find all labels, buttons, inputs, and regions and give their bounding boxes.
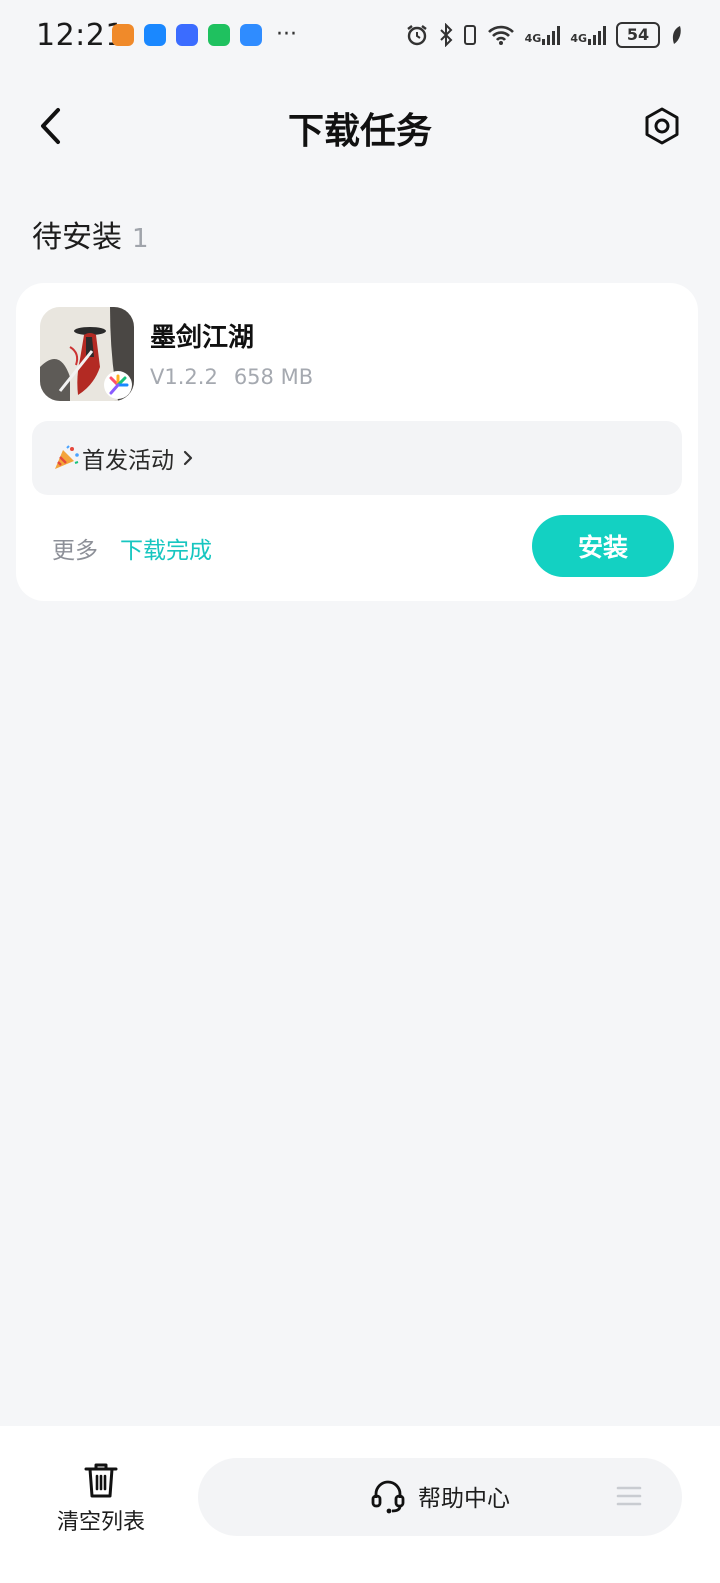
download-status: 下载完成 — [120, 538, 212, 564]
wifi-icon — [487, 25, 514, 45]
message-icon — [144, 24, 166, 46]
battery-indicator: 54 — [616, 22, 660, 48]
menu-lines-icon — [616, 1486, 642, 1506]
more-notifications-icon: ··· — [276, 22, 297, 47]
alarm-icon — [406, 25, 427, 46]
clear-list-label: 清空列表 — [56, 1510, 145, 1535]
settings-hex-icon — [645, 107, 679, 145]
app-name: 墨剑江湖 — [150, 323, 255, 353]
help-center-button[interactable]: 帮助中心 — [198, 1458, 682, 1536]
vibrate-icon — [463, 25, 476, 45]
app-meta: V1.2.2 658 MB — [150, 365, 313, 389]
help-center-content: 帮助中心 — [370, 1478, 510, 1514]
app-icon[interactable] — [40, 307, 134, 401]
status-bar: 12:21 ··· 4G 4G 54 — [0, 0, 720, 70]
party-popper-icon — [52, 444, 80, 472]
signal-1-label: 4G — [524, 32, 542, 45]
leaf-icon — [672, 26, 681, 44]
header: 下载任务 — [0, 88, 720, 164]
chevron-right-icon — [182, 449, 194, 467]
bluetooth-icon — [439, 23, 453, 47]
signal-2: 4G — [570, 25, 606, 45]
launch-event-label: 首发活动 — [82, 448, 174, 474]
status-indicators: 4G 4G 54 — [405, 22, 682, 48]
section-count: 1 — [132, 224, 149, 254]
section-title: 待安装 — [32, 220, 122, 255]
signal-2-bars-icon — [588, 25, 606, 45]
wechat-icon — [208, 24, 230, 46]
install-button[interactable]: 安装 — [532, 515, 674, 577]
clear-list-button[interactable]: 清空列表 — [36, 1460, 166, 1536]
page-title: 下载任务 — [287, 111, 432, 152]
bottom-bar: 清空列表 帮助中心 — [0, 1426, 720, 1583]
more-button[interactable]: 更多 — [52, 531, 98, 565]
download-task-card: 墨剑江湖 V1.2.2 658 MB 首发活动 更多 下载完成 安装 — [16, 283, 698, 601]
launch-event-banner[interactable]: 首发活动 — [32, 421, 682, 495]
health-app-icon — [112, 24, 134, 46]
settings-button[interactable] — [640, 104, 684, 148]
app-version: V1.2.2 — [150, 365, 218, 389]
signal-1-bars-icon — [542, 25, 561, 45]
signal-1: 4G — [525, 25, 561, 45]
weather-icon — [240, 24, 262, 46]
store-badge-icon — [104, 371, 132, 399]
transfer-icon — [176, 24, 198, 46]
notification-icons: ··· — [112, 24, 297, 46]
section-heading: 待安装 1 — [32, 212, 149, 256]
signal-2-label: 4G — [570, 32, 587, 45]
trash-icon — [84, 1463, 118, 1498]
app-size: 658 MB — [233, 365, 314, 389]
help-center-label: 帮助中心 — [418, 1486, 510, 1512]
headset-icon — [371, 1480, 405, 1514]
